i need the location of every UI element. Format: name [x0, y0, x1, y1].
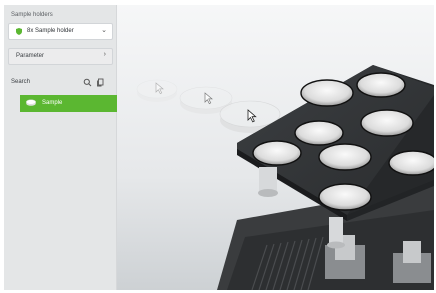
app-window: Sample holders 8x Sample holder ⌄ Parame…	[4, 5, 434, 290]
chevron-down-icon: ⌄	[101, 27, 107, 34]
sidebar: Sample holders 8x Sample holder ⌄ Parame…	[4, 5, 122, 290]
3d-viewport[interactable]	[117, 5, 434, 290]
sample-holders-title: Sample holders	[11, 12, 53, 18]
sample-cup	[294, 120, 344, 146]
search-label: Search	[11, 79, 31, 85]
shield-icon	[16, 28, 22, 35]
sample-cup	[318, 143, 372, 171]
sample-cup	[356, 72, 406, 98]
sidebar-item-sample[interactable]: Sample	[20, 95, 122, 112]
sample-cup	[318, 183, 372, 211]
parameter-button[interactable]: Parameter ›	[8, 48, 113, 65]
copy-icon[interactable]	[96, 78, 105, 87]
sample-disk-icon	[26, 99, 36, 106]
search-row: Search	[4, 77, 116, 89]
sidebar-item-label: Sample	[42, 100, 63, 106]
sample-cup	[252, 140, 302, 166]
parameter-label: Parameter	[16, 53, 45, 59]
search-icon[interactable]	[83, 78, 92, 87]
sample-holder-dropdown-value: 8x Sample holder	[27, 28, 74, 34]
sample-cup	[388, 150, 434, 176]
sample-holder-dropdown[interactable]: 8x Sample holder ⌄	[8, 23, 113, 40]
chevron-right-icon: ›	[103, 51, 106, 58]
sample-cup	[300, 79, 354, 107]
sample-cup	[360, 109, 414, 137]
